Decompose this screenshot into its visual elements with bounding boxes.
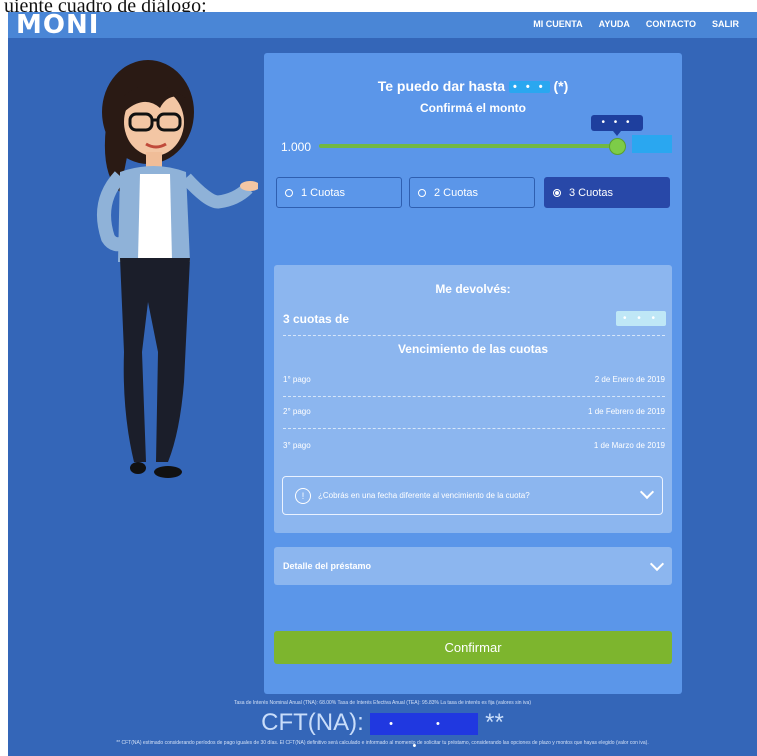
different-date-dropdown[interactable]: ! ¿Cobrás en una fecha diferente al venc… bbox=[282, 476, 663, 515]
cft-suffix: ** bbox=[485, 709, 504, 736]
quota-option-2[interactable]: 2 Cuotas bbox=[409, 177, 535, 208]
cuotas-label: 3 cuotas de bbox=[283, 312, 350, 326]
radio-icon bbox=[285, 188, 293, 197]
quota-option-label: 2 Cuotas bbox=[434, 186, 479, 199]
quota-option-label: 3 Cuotas bbox=[569, 186, 614, 199]
amount-slider-track[interactable] bbox=[319, 144, 617, 148]
moni-logo[interactable]: MONI bbox=[16, 12, 99, 40]
offer-prefix: Te puedo dar hasta bbox=[377, 78, 506, 94]
payment-date: 1 de Marzo de 2019 bbox=[593, 441, 665, 450]
different-date-question: ¿Cobrás en una fecha diferente al vencim… bbox=[318, 491, 530, 500]
radio-icon bbox=[418, 188, 426, 197]
nav-links: MI CUENTA AYUDA CONTACTO SALIR bbox=[533, 19, 739, 29]
amount-slider-thumb[interactable] bbox=[609, 138, 626, 155]
divider bbox=[283, 428, 665, 429]
slider-tooltip: • • • bbox=[591, 115, 643, 136]
offer-masked-amount: • • • bbox=[508, 81, 550, 94]
divider bbox=[283, 396, 665, 397]
slider-min-label: 1.000 bbox=[281, 140, 312, 154]
cft-line: CFT(NA): • • • ** bbox=[8, 709, 757, 752]
confirm-amount-title: Confirmá el monto bbox=[419, 101, 526, 115]
confirm-button[interactable]: Confirmar bbox=[274, 631, 672, 664]
info-icon: ! bbox=[295, 488, 311, 504]
mascot-illustration bbox=[97, 60, 258, 478]
cft-footnote: ** CFT(NA) estimado considerando período… bbox=[116, 740, 649, 746]
repayment-summary: Me devolvés: 3 cuotas de • • • Vencimien… bbox=[274, 265, 672, 533]
nav-contacto[interactable]: CONTACTO bbox=[646, 19, 696, 29]
nav-ayuda[interactable]: AYUDA bbox=[599, 19, 630, 29]
loan-detail-accordion[interactable]: Detalle del préstamo bbox=[274, 547, 672, 585]
rates-disclaimer: Tasa de Interés Nominal Anual (TNA): 68.… bbox=[233, 700, 531, 706]
page-caption: uiente cuadro de diálogo: bbox=[4, 0, 207, 12]
cuotas-masked-amount: • • • bbox=[616, 311, 666, 326]
offer-line: Te puedo dar hasta • • • (*) bbox=[264, 78, 682, 94]
quota-option-3[interactable]: 3 Cuotas bbox=[544, 177, 670, 208]
payment-label: 1° pago bbox=[283, 375, 311, 384]
payment-label: 3° pago bbox=[283, 441, 311, 450]
radio-selected-icon bbox=[553, 188, 561, 197]
app-window: MONI MI CUENTA AYUDA CONTACTO SALIR Te p… bbox=[8, 12, 757, 756]
chevron-down-icon bbox=[639, 484, 655, 500]
loan-detail-label: Detalle del préstamo bbox=[283, 561, 372, 571]
nav-mi-cuenta[interactable]: MI CUENTA bbox=[533, 19, 582, 29]
cft-label: CFT(NA): bbox=[261, 709, 364, 736]
top-navbar: MONI MI CUENTA AYUDA CONTACTO SALIR bbox=[8, 12, 757, 40]
payment-date: 2 de Enero de 2019 bbox=[594, 375, 665, 384]
repayment-title: Me devolvés: bbox=[435, 282, 511, 296]
cft-masked-value: • • • bbox=[370, 712, 479, 752]
quota-option-label: 1 Cuotas bbox=[301, 186, 346, 199]
chevron-down-icon bbox=[649, 556, 665, 572]
loan-panel: Te puedo dar hasta • • • (*) Confirmá el… bbox=[264, 53, 682, 694]
payment-label: 2° pago bbox=[283, 407, 311, 416]
amount-input[interactable] bbox=[632, 135, 672, 153]
vencimiento-title: Vencimiento de las cuotas bbox=[397, 342, 549, 356]
divider bbox=[283, 335, 665, 336]
nav-salir[interactable]: SALIR bbox=[712, 19, 739, 29]
payment-date: 1 de Febrero de 2019 bbox=[588, 407, 665, 416]
offer-suffix: (*) bbox=[553, 78, 569, 94]
quota-option-1[interactable]: 1 Cuotas bbox=[276, 177, 402, 208]
